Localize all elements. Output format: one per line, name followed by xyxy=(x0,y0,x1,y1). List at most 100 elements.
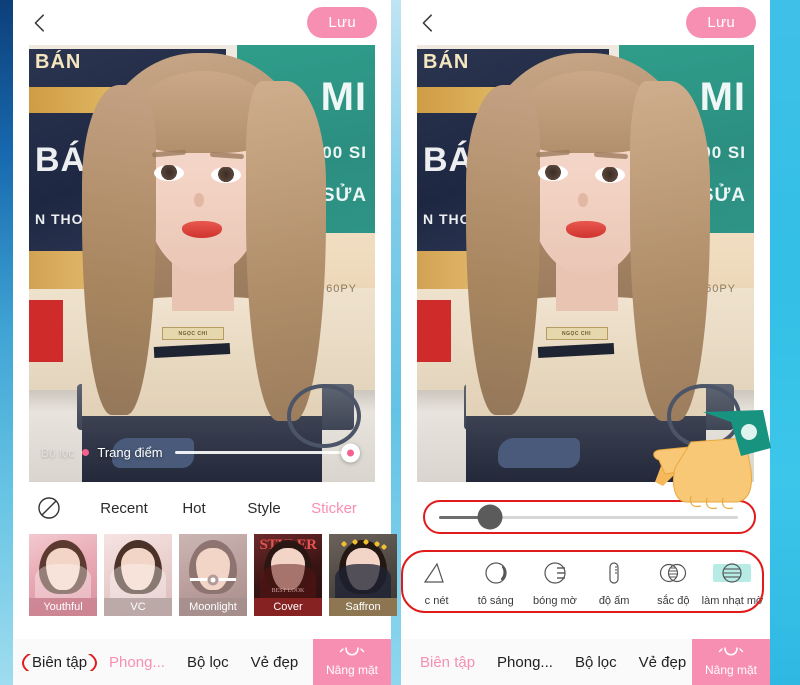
left-edge-decoration xyxy=(0,0,13,685)
person-name-badge: NGỌC CHI xyxy=(545,327,608,340)
adjust-tools-row: c nét tô sáng bóng mờ độ ấm sắc độ làm n… xyxy=(407,558,764,607)
sticker-category-row: Recent Hot Style Sticker xyxy=(13,482,391,530)
person-eye-left xyxy=(154,165,184,181)
person-eye-right xyxy=(211,167,241,183)
photo-red-tag xyxy=(417,300,451,362)
right-nang-mat-label: Nâng mặt xyxy=(704,663,758,677)
face-lift-icon xyxy=(339,647,365,656)
right-back-button[interactable] xyxy=(417,12,439,34)
sticker-label: Youthful xyxy=(29,598,97,616)
left-tab-bien-tap[interactable]: Biên tập xyxy=(21,653,98,671)
tool-tint[interactable]: sắc độ xyxy=(644,558,703,607)
sticker-category-sticker[interactable]: Sticker xyxy=(299,500,369,517)
photo-desk-ring xyxy=(287,384,362,448)
warmth-icon xyxy=(599,558,629,588)
left-nang-mat-button[interactable]: Nâng mặt xyxy=(313,639,391,685)
tool-sharpen[interactable]: c nét xyxy=(407,558,466,607)
left-save-button[interactable]: Lưu xyxy=(307,7,377,38)
person-nose xyxy=(194,193,204,207)
right-photo-preview[interactable]: BÁN BÁN T N THOẠI - LA MI 0.000 SI ÒA SỬ… xyxy=(417,45,754,482)
tool-warmth[interactable]: độ ấm xyxy=(585,558,644,607)
adjust-slider-row[interactable] xyxy=(423,500,756,534)
sticker-item-youthful[interactable]: Youthful xyxy=(29,534,97,616)
tool-label: bóng mờ xyxy=(532,595,577,607)
right-nang-mat-button[interactable]: Nâng mặt xyxy=(692,639,770,685)
tint-icon xyxy=(658,558,688,588)
face-lift-icon xyxy=(718,647,744,656)
tool-label: độ ấm xyxy=(598,595,630,607)
photo-red-tag xyxy=(29,300,63,362)
sticker-body xyxy=(335,564,391,598)
right-phone-panel: Lưu BÁN BÁN T N THOẠI - LA MI 0.000 SI Ò… xyxy=(401,0,770,685)
sticker-item-cover[interactable]: STYLER BEST LOOK Cover xyxy=(254,534,322,616)
right-top-bar: Lưu xyxy=(401,0,770,45)
left-photo-preview[interactable]: BÁN BÁN T N THOẠI - LA MI 0.000 SI ÒA SỬ… xyxy=(29,45,375,482)
right-tab-list: Biên tập Phong... Bộ lọc Vẻ đẹp Tra xyxy=(401,654,692,671)
right-edge-decoration xyxy=(770,0,800,685)
left-tab-trang-diem[interactable]: Tra xyxy=(309,654,313,671)
sticker-label: Saffron xyxy=(329,598,397,616)
left-tab-list: Biên tập Phong... Bộ lọc Vẻ đẹp Tra xyxy=(13,653,313,671)
sticker-slider-icon xyxy=(190,578,236,581)
person-lips xyxy=(182,221,222,238)
photo-desk-object xyxy=(497,438,580,468)
photo-overlay-slider[interactable]: Bộ lọc Trang điểm xyxy=(29,443,375,462)
left-bottom-tabbar: Biên tập Phong... Bộ lọc Vẻ đẹp Tra Nâng… xyxy=(13,639,391,685)
sticker-label: VC xyxy=(104,598,172,616)
tool-label: c nét xyxy=(424,595,449,607)
person-eye-left xyxy=(537,165,568,181)
fade-icon xyxy=(713,558,752,588)
person-name-badge: NGỌC CHI xyxy=(162,327,224,340)
chevron-left-icon xyxy=(34,13,44,32)
left-phone-panel: Lưu BÁN BÁN T N THOẠI - LA MI 0.000 SI Ò… xyxy=(13,0,397,685)
person-hair-right xyxy=(246,81,326,421)
sticker-item-vc[interactable]: VC xyxy=(104,534,172,616)
left-tab-ve-dep[interactable]: Vẻ đẹp xyxy=(240,654,310,671)
tool-fade[interactable]: làm nhạt mờ xyxy=(701,558,764,607)
tool-label: sắc độ xyxy=(657,595,690,607)
person-hair-left xyxy=(465,85,540,415)
tool-shadow[interactable]: bóng mờ xyxy=(525,558,584,607)
overlay-slider-faded-label: Bộ lọc xyxy=(41,445,75,460)
person-hair-right xyxy=(629,81,710,421)
highlight-icon xyxy=(481,558,511,588)
tool-highlight[interactable]: tô sáng xyxy=(466,558,525,607)
overlay-slider-dot-icon xyxy=(82,449,90,456)
right-tab-phong-cach[interactable]: Phong... xyxy=(486,654,564,671)
sticker-category-recent[interactable]: Recent xyxy=(89,500,159,517)
person-lips xyxy=(565,221,606,238)
left-top-bar: Lưu xyxy=(13,0,391,45)
right-tab-bien-tap[interactable]: Biên tập xyxy=(409,654,486,671)
sticker-body xyxy=(110,564,166,598)
screenshot-root: Lưu BÁN BÁN T N THOẠI - LA MI 0.000 SI Ò… xyxy=(0,0,800,685)
sticker-item-moonlight[interactable]: Moonlight xyxy=(179,534,247,616)
sticker-body xyxy=(35,564,91,598)
shadow-icon xyxy=(540,558,570,588)
photo-desk-ring xyxy=(666,384,741,448)
sticker-magazine-sub: BEST LOOK xyxy=(271,588,305,594)
tool-label: làm nhạt mờ xyxy=(701,595,764,607)
person-eye-right xyxy=(594,167,625,183)
adjust-slider-thumb[interactable] xyxy=(477,504,503,530)
right-tab-ve-dep[interactable]: Vẻ đẹp xyxy=(628,654,692,671)
left-back-button[interactable] xyxy=(29,12,51,34)
sticker-item-saffron[interactable]: Saffron xyxy=(329,534,397,616)
left-tab-phong-cach[interactable]: Phong... xyxy=(98,654,176,671)
overlay-slider-thumb[interactable] xyxy=(341,443,360,462)
sticker-category-style[interactable]: Style xyxy=(229,500,299,517)
left-tab-bo-loc[interactable]: Bộ lọc xyxy=(176,654,240,671)
sticker-label: Cover xyxy=(254,598,322,616)
chevron-left-icon xyxy=(422,13,432,32)
right-save-button[interactable]: Lưu xyxy=(686,7,756,38)
sticker-label: Moonlight xyxy=(179,598,247,616)
person-hair-left xyxy=(82,85,156,415)
sticker-category-hot[interactable]: Hot xyxy=(159,500,229,517)
adjust-tools-section: c nét tô sáng bóng mờ độ ấm sắc độ làm n… xyxy=(401,550,764,613)
left-nang-mat-label: Nâng mặt xyxy=(325,663,379,677)
overlay-slider-track[interactable] xyxy=(174,443,360,462)
right-tab-bo-loc[interactable]: Bộ lọc xyxy=(564,654,628,671)
overlay-slider-label: Trang điểm xyxy=(97,445,163,460)
adjust-slider-track[interactable] xyxy=(439,504,738,530)
no-filter-icon[interactable] xyxy=(37,496,61,520)
tool-label: tô sáng xyxy=(477,595,514,607)
